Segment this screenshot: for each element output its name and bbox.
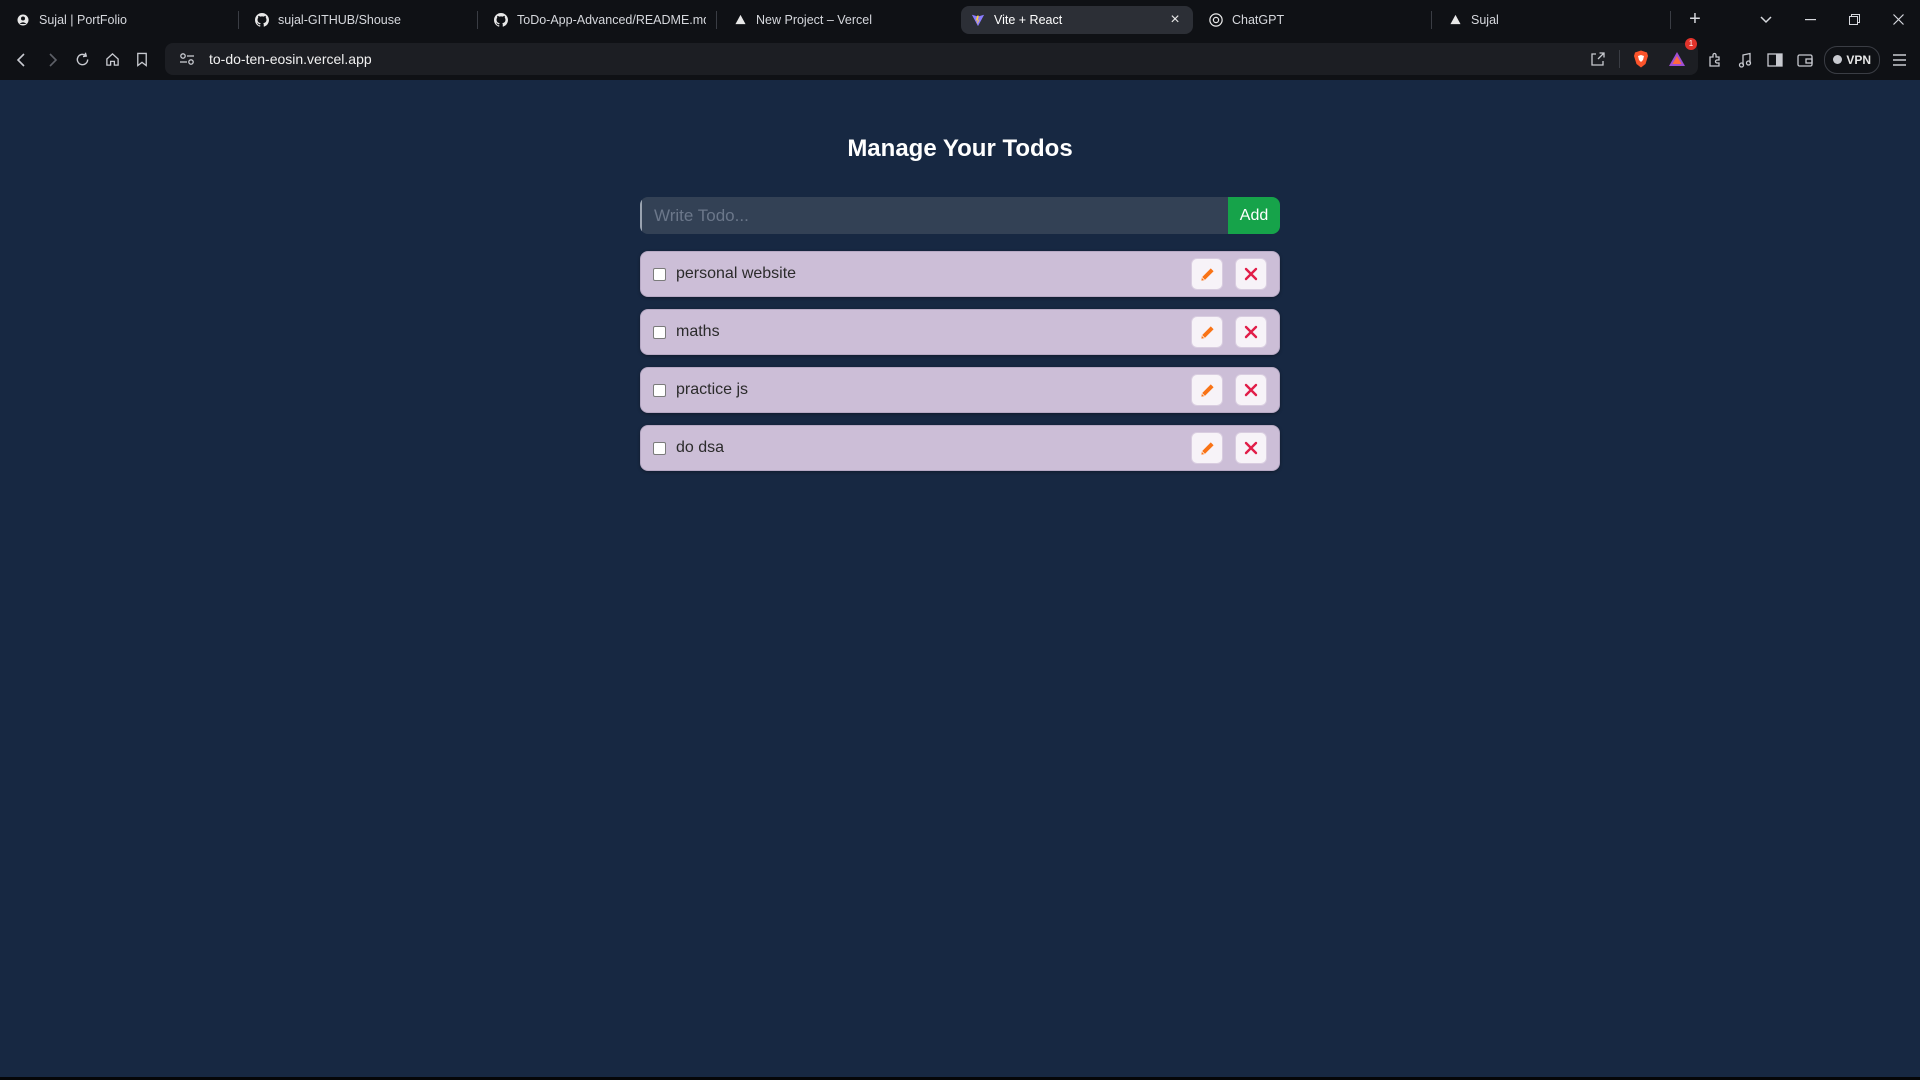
divider (1619, 50, 1620, 68)
tab-github-readme[interactable]: ToDo-App-Advanced/README.md at (484, 6, 716, 34)
new-tab-button[interactable]: + (1679, 6, 1711, 34)
todo-item: do dsa (640, 425, 1280, 471)
pencil-icon (1200, 383, 1214, 397)
tab-divider (238, 10, 239, 29)
todo-list: personal website maths practice js do ds… (640, 251, 1280, 483)
close-tab-icon[interactable]: × (1167, 11, 1183, 28)
vpn-status-icon (1833, 55, 1843, 64)
pencil-icon (1200, 441, 1214, 455)
menu-hamburger-icon[interactable] (1884, 45, 1914, 75)
tab-title: ToDo-App-Advanced/README.md at (517, 12, 706, 27)
tab-github-shouse[interactable]: sujal-GITHUB/Shouse (245, 6, 477, 34)
vpn-label: VPN (1846, 52, 1871, 67)
edit-button[interactable] (1191, 258, 1223, 290)
pencil-icon (1200, 325, 1214, 339)
share-icon[interactable] (1583, 44, 1613, 74)
close-window-button[interactable] (1876, 0, 1920, 39)
notification-badge: 1 (1685, 38, 1697, 50)
todo-text[interactable]: maths (676, 323, 1179, 341)
tab-search-chevron-icon[interactable] (1744, 0, 1788, 39)
close-icon (1244, 383, 1258, 397)
bookmark-icon[interactable] (127, 45, 157, 75)
vercel-icon (733, 13, 747, 27)
close-icon (1244, 325, 1258, 339)
tab-title: Sujal (1471, 12, 1499, 27)
browser-toolbar: to-do-ten-eosin.vercel.app 1 VPN (0, 38, 1920, 80)
media-music-icon[interactable] (1730, 45, 1760, 75)
back-arrow-icon[interactable] (7, 45, 37, 75)
vpn-button[interactable]: VPN (1824, 45, 1880, 74)
todo-text[interactable]: practice js (676, 381, 1179, 399)
tab-title: New Project – Vercel (756, 12, 873, 27)
tab-vite-react[interactable]: Vite + React × (961, 5, 1193, 34)
extensions-icon[interactable] (1700, 45, 1730, 75)
brave-shields-icon[interactable] (1626, 44, 1656, 74)
delete-button[interactable] (1235, 258, 1267, 290)
home-icon[interactable] (97, 45, 127, 75)
delete-button[interactable] (1235, 432, 1267, 464)
tab-vercel-new-project[interactable]: New Project – Vercel (723, 6, 955, 34)
add-todo-form: Add (640, 197, 1280, 234)
wallet-icon[interactable] (1790, 45, 1820, 75)
todo-checkbox[interactable] (653, 267, 666, 281)
reload-icon[interactable] (67, 45, 97, 75)
todo-text[interactable]: personal website (676, 265, 1179, 283)
todo-text[interactable]: do dsa (676, 439, 1179, 457)
tab-divider (477, 10, 478, 29)
vite-icon (971, 13, 985, 27)
github-icon (255, 12, 269, 27)
sujal-icon (16, 13, 30, 27)
edit-button[interactable] (1191, 432, 1223, 464)
todo-checkbox[interactable] (653, 383, 666, 397)
tab-strip: Sujal | PortFolio sujal-GITHUB/Shouse To… (0, 0, 1920, 39)
add-button[interactable]: Add (1228, 197, 1280, 234)
edit-button[interactable] (1191, 374, 1223, 406)
close-icon (1244, 267, 1258, 281)
tab-title: Vite + React (994, 12, 1063, 27)
close-icon (1244, 441, 1258, 455)
edit-button[interactable] (1191, 316, 1223, 348)
url-text: to-do-ten-eosin.vercel.app (209, 51, 372, 67)
todo-checkbox[interactable] (653, 325, 666, 339)
tab-divider (1670, 10, 1671, 29)
address-bar[interactable]: to-do-ten-eosin.vercel.app 1 (165, 38, 1698, 75)
tab-title: Sujal | PortFolio (39, 12, 128, 27)
chatgpt-icon (1209, 12, 1223, 27)
minimize-button[interactable] (1788, 0, 1832, 39)
tab-divider (1431, 10, 1432, 29)
todo-item: maths (640, 309, 1280, 355)
brave-rewards-icon[interactable]: 1 (1662, 38, 1697, 74)
todo-input[interactable] (640, 197, 1228, 234)
delete-button[interactable] (1235, 374, 1267, 406)
pencil-icon (1200, 267, 1214, 281)
todo-item: practice js (640, 367, 1280, 413)
tab-title: ChatGPT (1232, 12, 1285, 27)
delete-button[interactable] (1235, 316, 1267, 348)
tab-chatgpt[interactable]: ChatGPT (1199, 6, 1431, 34)
tab-sujal[interactable]: Sujal (1438, 6, 1670, 34)
forward-arrow-icon[interactable] (37, 45, 67, 75)
tab-portfolio[interactable]: Sujal | PortFolio (6, 6, 238, 34)
todo-checkbox[interactable] (653, 441, 666, 455)
restore-button[interactable] (1832, 0, 1876, 39)
tab-title: sujal-GITHUB/Shouse (278, 12, 401, 27)
vercel-icon (1448, 13, 1462, 27)
site-settings-icon[interactable] (171, 43, 203, 75)
page-viewport: Manage Your Todos Add personal website m… (0, 80, 1920, 1080)
sidebar-icon[interactable] (1760, 45, 1790, 75)
github-icon (494, 12, 508, 27)
tab-divider (716, 10, 717, 29)
page-title: Manage Your Todos (847, 135, 1073, 162)
todo-item: personal website (640, 251, 1280, 297)
